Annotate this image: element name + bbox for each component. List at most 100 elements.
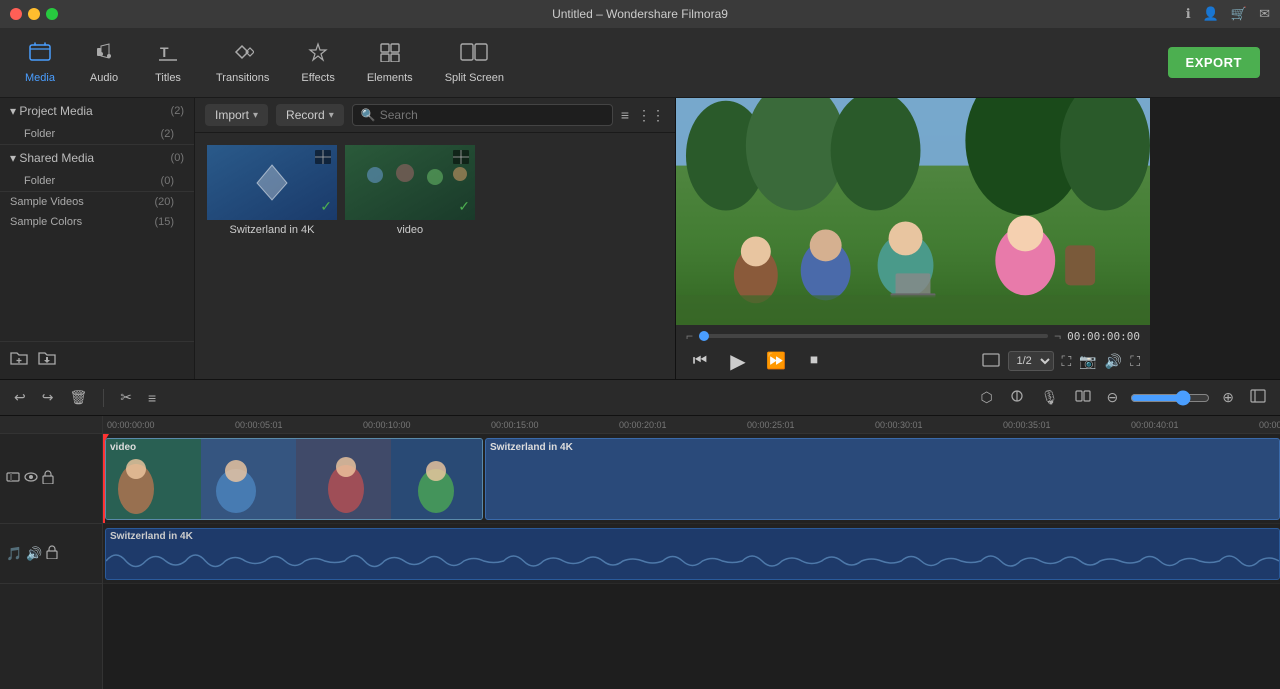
zoom-slider-input[interactable] — [1130, 390, 1210, 406]
tab-titles[interactable]: T Titles — [138, 36, 198, 90]
ruler-tick-4: 00:00:20:01 — [615, 420, 743, 430]
volume-icon[interactable]: 🔊 — [1105, 353, 1122, 370]
split-screen-icon — [460, 42, 488, 68]
track-header-space — [0, 416, 102, 434]
record-label: Record — [286, 108, 325, 122]
audio-track-lock-icon[interactable] — [46, 545, 58, 562]
maximize-button[interactable] — [46, 8, 58, 20]
timeline-toolbar: ↩ ↪ 🗑 ✂ ≡ ⬡ 🎙 ⊖ ⊕ — [0, 380, 1280, 416]
record-button[interactable]: Record ▾ — [276, 104, 344, 126]
track-visibility-icon[interactable] — [6, 471, 20, 486]
new-folder-icon[interactable] — [10, 350, 28, 371]
export-button[interactable]: EXPORT — [1168, 47, 1260, 78]
mail-icon[interactable]: ✉ — [1259, 6, 1270, 22]
controls-row: ⏮ ▶ ⏩ ⏹ 1/21/41/1 ⛶ 📷 🔊 — [686, 347, 1140, 375]
shared-media-count: (0) — [171, 152, 184, 164]
import-arrow: ▾ — [253, 110, 258, 121]
sidebar-item-sample-colors[interactable]: Sample Colors (15) — [0, 212, 194, 232]
audio-clip-label: Switzerland in 4K — [110, 531, 193, 542]
import-button[interactable]: Import ▾ — [205, 104, 268, 126]
sample-colors-label: Sample Colors — [10, 216, 82, 228]
search-box: 🔍 — [352, 104, 613, 126]
transitions-icon — [232, 42, 254, 68]
close-button[interactable] — [10, 8, 22, 20]
timeline: ↩ ↪ 🗑 ✂ ≡ ⬡ 🎙 ⊖ ⊕ — [0, 379, 1280, 689]
shared-folder-count: (0) — [161, 175, 174, 187]
audio-track-row: Switzerland in 4K — [103, 524, 1280, 584]
user-icon[interactable]: 👤 — [1203, 6, 1219, 22]
ruler-tick-8: 00:00:40:01 — [1127, 420, 1255, 430]
cart-icon[interactable]: 🛒 — [1231, 6, 1247, 22]
sidebar-item-sample-videos[interactable]: Sample Videos (20) — [0, 192, 194, 212]
delete-button[interactable]: 🗑 — [65, 387, 91, 408]
grid-view-icon[interactable]: ⋮⋮ — [637, 107, 665, 124]
sidebar-header-project-media[interactable]: ▾ Project Media (2) — [0, 98, 194, 124]
audio-clip[interactable]: Switzerland in 4K — [105, 528, 1280, 580]
timeline-tracks: video Switzerland in 4K Switzerland in 4… — [103, 434, 1280, 634]
timeline-body: 🎵 🔊 00:00:00:00 00:00:05:01 00:00:10:00 … — [0, 416, 1280, 689]
adjust-button[interactable]: ≡ — [144, 388, 160, 408]
video-thumbnail: ✓ — [345, 145, 475, 220]
tab-split-screen[interactable]: Split Screen — [431, 36, 518, 90]
timeline-start-bracket: ⌐ — [686, 329, 693, 343]
tab-effects[interactable]: Effects — [287, 36, 348, 90]
step-back-button[interactable]: ⏮ — [686, 347, 714, 375]
tab-elements[interactable]: Elements — [353, 36, 427, 90]
aspect-ratio-icon[interactable] — [982, 353, 1000, 370]
playback-buttons: ⏮ ▶ ⏩ ⏹ — [686, 347, 828, 375]
tab-media[interactable]: Media — [10, 36, 70, 90]
transition-button[interactable] — [1071, 387, 1095, 408]
split-screen-label: Split Screen — [445, 72, 504, 84]
sidebar-header-shared-media[interactable]: ▾ Shared Media (0) — [0, 145, 194, 171]
video-clip-video[interactable]: video — [105, 438, 483, 520]
list-item[interactable]: ✓ Switzerland in 4K — [207, 145, 337, 367]
window-controls[interactable] — [10, 8, 58, 20]
zoom-slider — [1130, 390, 1210, 406]
redo-button[interactable]: ↪ — [38, 387, 58, 408]
zoom-in-button[interactable]: ⊕ — [1218, 387, 1238, 408]
stop-button[interactable]: ⏹ — [800, 347, 828, 375]
minimize-button[interactable] — [28, 8, 40, 20]
audio-track-music-icon[interactable]: 🎵 — [6, 546, 22, 562]
info-icon[interactable]: ℹ — [1186, 6, 1191, 22]
zoom-select[interactable]: 1/21/41/1 — [1008, 351, 1054, 371]
fast-forward-button[interactable]: ⏩ — [762, 347, 790, 375]
switzerland-label: Switzerland in 4K — [207, 224, 337, 236]
effects-label: Effects — [301, 72, 334, 84]
ruler-tick-6: 00:00:30:01 — [871, 420, 999, 430]
snapshot-icon[interactable]: 📷 — [1079, 353, 1096, 370]
filter-icon[interactable]: ≡ — [621, 107, 629, 123]
tab-audio[interactable]: Audio — [74, 36, 134, 90]
track-lock-icon[interactable] — [42, 470, 54, 487]
timeline-main[interactable]: 00:00:00:00 00:00:05:01 00:00:10:00 00:0… — [103, 416, 1280, 689]
cut-button[interactable]: ✂ — [116, 387, 136, 408]
import-folder-icon[interactable] — [38, 350, 56, 371]
fullscreen-icon[interactable]: ⛶ — [1062, 353, 1072, 370]
search-input[interactable] — [380, 108, 604, 122]
playhead-dot[interactable] — [699, 331, 709, 341]
sidebar-item-project-folder[interactable]: Folder (2) — [0, 124, 194, 144]
list-item[interactable]: ✓ video — [345, 145, 475, 367]
undo-button[interactable]: ↩ — [10, 387, 30, 408]
audio-track-volume-icon[interactable]: 🔊 — [26, 546, 42, 562]
snap-button[interactable]: ⬡ — [977, 387, 997, 408]
voiceover-button[interactable]: 🎙 — [1037, 387, 1063, 408]
media-label: Media — [25, 72, 55, 84]
timeline-left-panel: 🎵 🔊 — [0, 416, 103, 689]
sidebar-item-shared-folder[interactable]: Folder (0) — [0, 171, 194, 191]
video-clip-switzerland[interactable]: Switzerland in 4K — [485, 438, 1280, 520]
switzerland-check: ✓ — [320, 198, 332, 215]
detach-audio-button[interactable] — [1005, 387, 1029, 408]
ruler-tick-2: 00:00:10:00 — [359, 420, 487, 430]
play-button[interactable]: ▶ — [724, 347, 752, 375]
expand-icon[interactable]: ⛶ — [1130, 353, 1140, 370]
top-toolbar: Media Audio T Titles Transitions Effects — [0, 28, 1280, 98]
titlebar-actions: ℹ 👤 🛒 ✉ — [1186, 6, 1270, 22]
titlebar: Untitled – Wondershare Filmora9 ℹ 👤 🛒 ✉ — [0, 0, 1280, 28]
preview-timeline: ⌐ ¬ 00:00:00:00 — [686, 329, 1140, 343]
tab-transitions[interactable]: Transitions — [202, 36, 283, 90]
track-eye-icon[interactable] — [24, 471, 38, 486]
preview-track[interactable] — [699, 334, 1048, 338]
zoom-out-button[interactable]: ⊖ — [1103, 387, 1123, 408]
settings-button[interactable] — [1246, 387, 1270, 408]
